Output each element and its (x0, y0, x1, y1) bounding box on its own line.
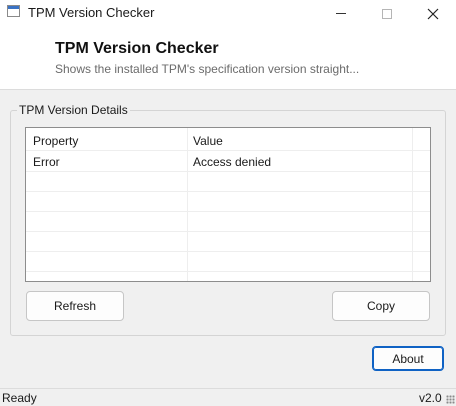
value-cell: Access denied (193, 155, 272, 169)
property-cell: Error (33, 155, 60, 169)
empty-row (26, 192, 430, 212)
resize-grip-icon[interactable] (446, 395, 455, 404)
empty-row (26, 172, 430, 192)
close-icon (427, 8, 439, 19)
version-label: v2.0 (419, 391, 442, 405)
status-text: Ready (2, 391, 37, 405)
details-list[interactable]: Property Value Error Access denied (25, 127, 431, 282)
minimize-icon (336, 13, 346, 14)
close-button[interactable] (410, 0, 456, 27)
refresh-button[interactable]: Refresh (26, 291, 124, 321)
copy-button[interactable]: Copy (332, 291, 430, 321)
list-item[interactable]: Error Access denied (26, 152, 430, 172)
header-panel: TPM Version Checker Shows the installed … (0, 27, 456, 90)
minimize-button[interactable] (318, 0, 364, 27)
window-title: TPM Version Checker (28, 5, 155, 20)
column-header-value[interactable]: Value (193, 131, 223, 151)
title-bar: TPM Version Checker (0, 0, 456, 27)
empty-row (26, 252, 430, 272)
column-header-property[interactable]: Property (33, 131, 78, 151)
details-group-label: TPM Version Details (17, 103, 130, 117)
maximize-button[interactable] (364, 0, 410, 27)
header-title: TPM Version Checker (55, 40, 219, 57)
header-subtitle: Shows the installed TPM's specification … (55, 62, 360, 76)
empty-row (26, 212, 430, 232)
list-header[interactable]: Property Value (26, 131, 430, 151)
maximize-icon (382, 8, 392, 19)
about-button[interactable]: About (372, 346, 444, 371)
app-window-icon (7, 5, 20, 17)
status-bar: Ready v2.0 (0, 388, 456, 406)
empty-row (26, 232, 430, 252)
